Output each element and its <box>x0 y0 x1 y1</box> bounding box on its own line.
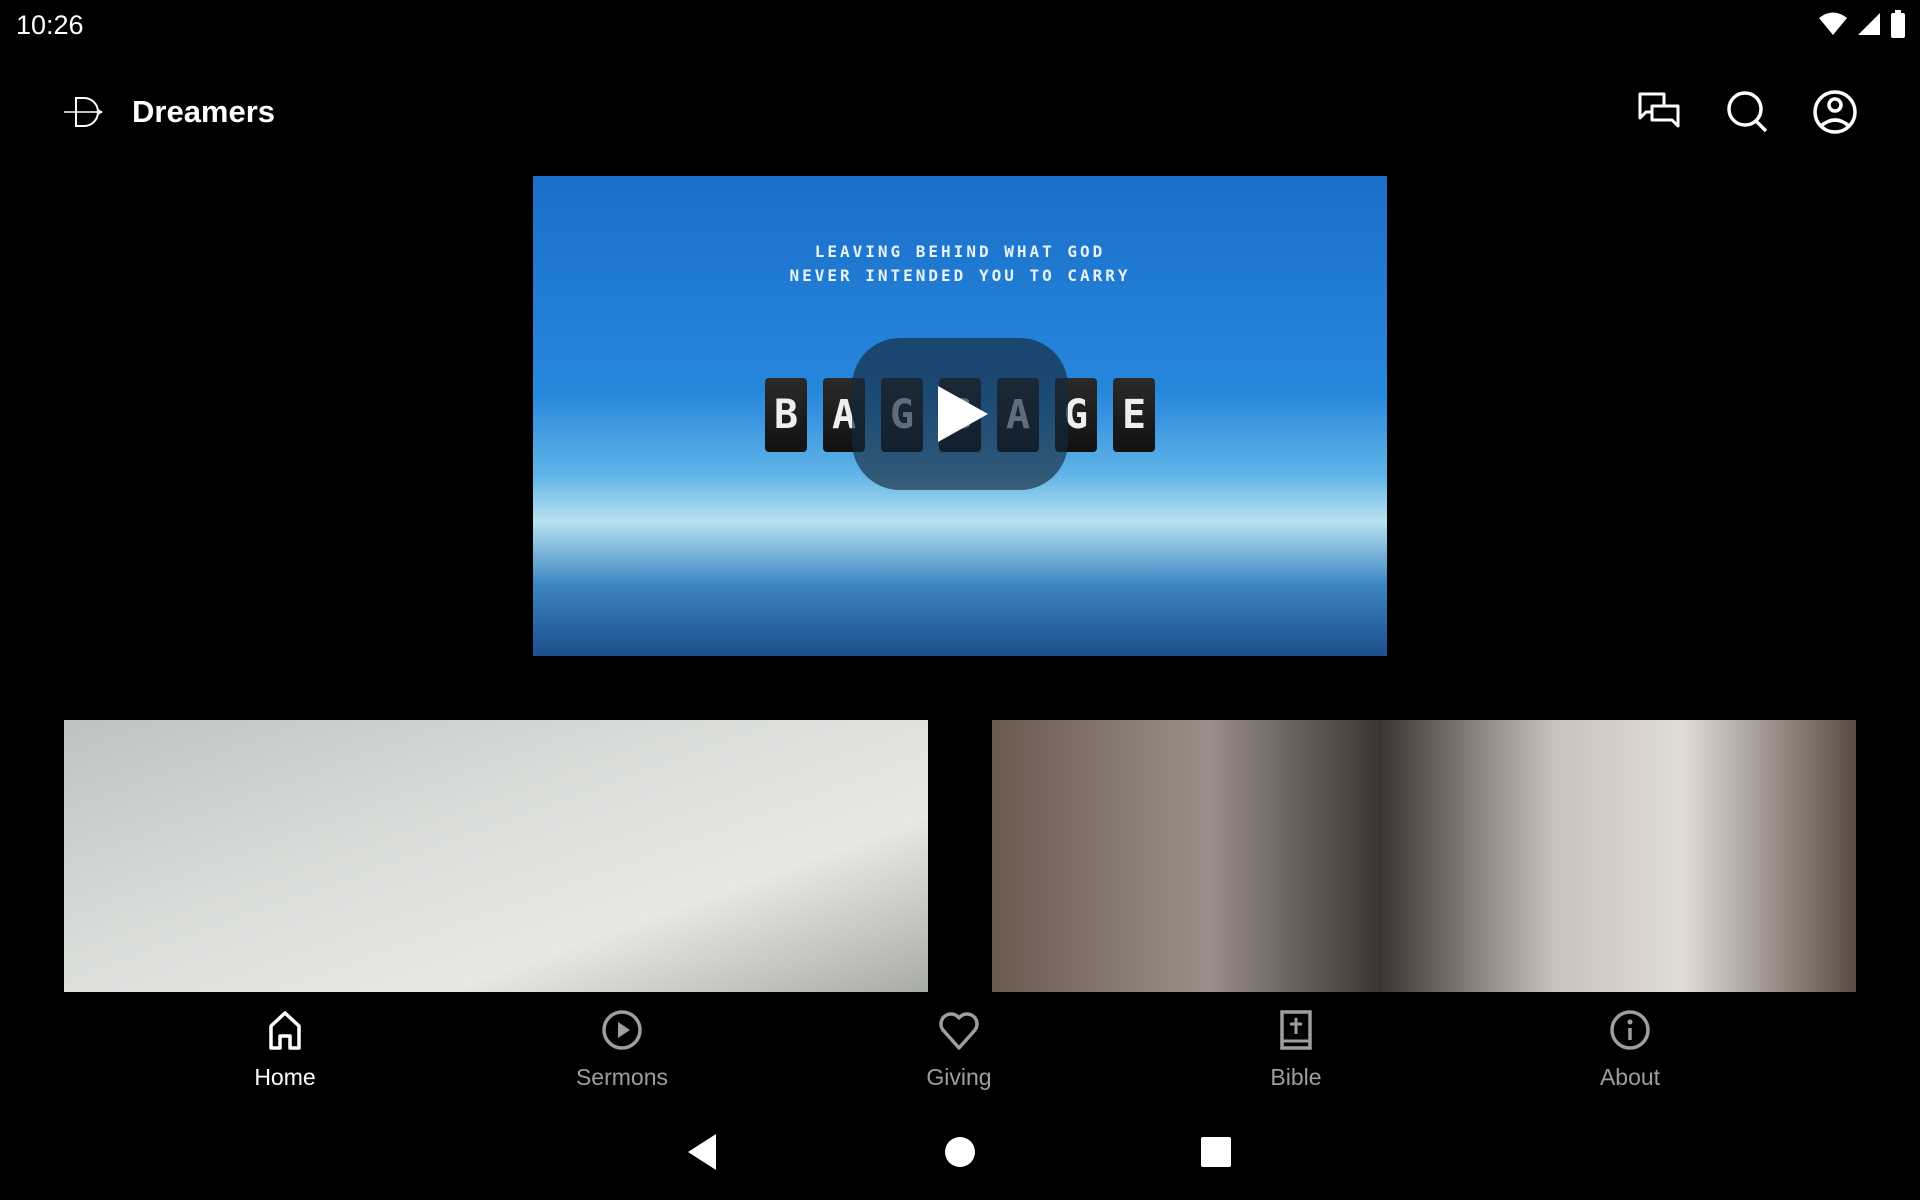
title-tile: B <box>765 378 807 452</box>
nav-home[interactable]: Home <box>185 1008 385 1091</box>
nav-label: Giving <box>926 1064 992 1090</box>
battery-icon <box>1891 10 1905 38</box>
content-card-community[interactable] <box>992 720 1856 992</box>
hero-tagline-1: LEAVING BEHIND WHAT GOD <box>814 242 1106 261</box>
nav-label: Bible <box>1270 1064 1322 1090</box>
play-icon <box>938 386 988 442</box>
heart-icon <box>939 1012 979 1050</box>
profile-icon[interactable] <box>1811 88 1859 136</box>
bow-arrow-logo <box>64 97 103 127</box>
recents-button[interactable] <box>1200 1136 1232 1168</box>
nav-label: About <box>1599 1064 1661 1090</box>
content-card-notebook[interactable] <box>64 720 928 992</box>
nav-bible[interactable]: Bible <box>1196 1008 1396 1091</box>
nav-about[interactable]: About <box>1530 1008 1730 1091</box>
hero-tagline-2: NEVER INTENDED YOU TO CARRY <box>789 266 1131 285</box>
nav-giving[interactable]: Giving <box>859 1008 1059 1091</box>
app-title: Dreamers <box>132 94 276 129</box>
nav-label: Sermons <box>575 1064 669 1090</box>
wifi-icon <box>1819 12 1847 35</box>
chat-icon[interactable] <box>1636 88 1684 136</box>
nav-label: Home <box>254 1064 316 1090</box>
signal-icon <box>1858 13 1880 35</box>
status-time: 10:26 <box>16 10 84 40</box>
play-button[interactable] <box>852 338 1068 490</box>
info-icon <box>1610 1010 1650 1050</box>
bible-icon <box>1280 1010 1312 1050</box>
nav-sermons[interactable]: Sermons <box>522 1008 722 1091</box>
title-tile: E <box>1113 378 1155 452</box>
home-button[interactable] <box>944 1136 976 1168</box>
status-icons <box>1818 10 1906 38</box>
back-button[interactable] <box>686 1132 718 1172</box>
home-icon <box>269 1011 301 1050</box>
search-icon[interactable] <box>1724 88 1772 136</box>
play-circle-icon <box>602 1010 642 1050</box>
featured-sermon-video[interactable]: LEAVING BEHIND WHAT GOD NEVER INTENDED Y… <box>533 176 1387 656</box>
